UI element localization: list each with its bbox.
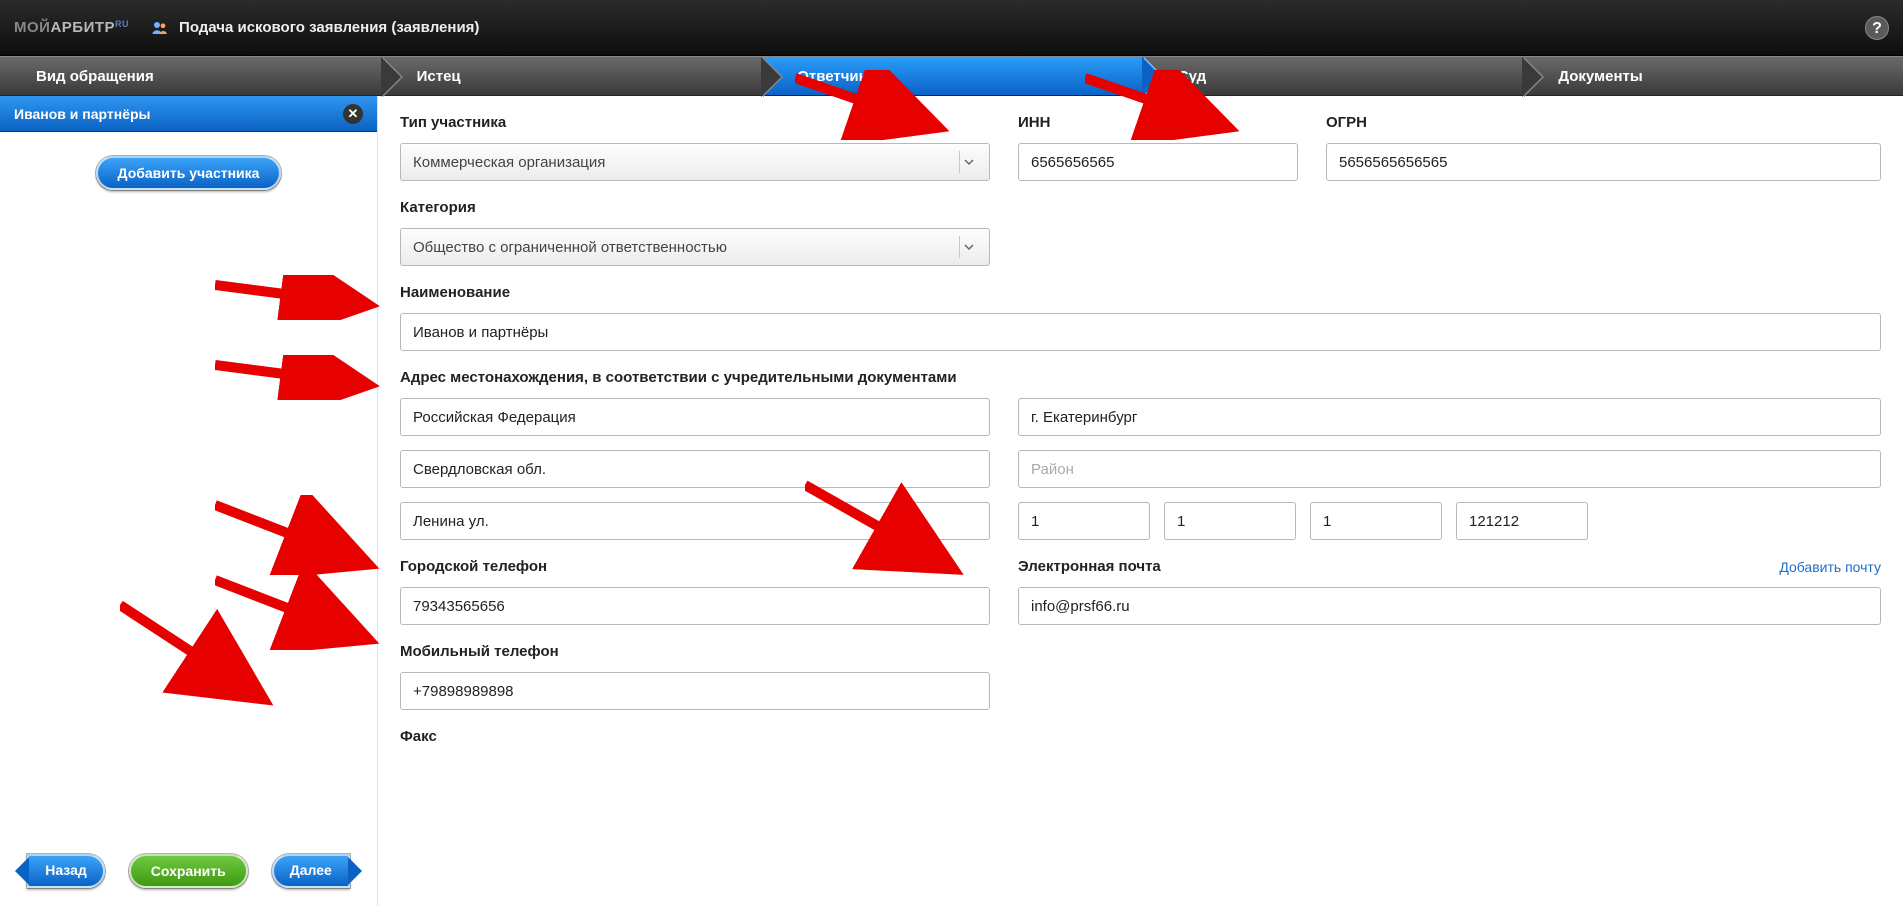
step-documents[interactable]: Документы [1522, 57, 1903, 95]
app-title: Подача искового заявления (заявления) [179, 19, 479, 36]
label-address: Адрес местонахождения, в соответствии с … [400, 369, 1881, 386]
house-input[interactable] [1018, 502, 1150, 540]
city-phone-input[interactable] [400, 587, 990, 625]
type-selected-value: Коммерческая организация [413, 154, 605, 171]
step-label: Вид обращения [36, 68, 154, 85]
chevron-down-icon [959, 236, 977, 258]
sidebar: Иванов и партнёры ✕ Добавить участника Н… [0, 96, 377, 906]
label-type: Тип участника [400, 114, 990, 131]
structure-input[interactable] [1310, 502, 1442, 540]
city-input[interactable] [1018, 398, 1881, 436]
save-button[interactable]: Сохранить [129, 854, 248, 888]
step-label: Суд [1178, 68, 1206, 85]
label-category: Категория [400, 199, 990, 216]
logo-suffix: RU [115, 19, 129, 29]
label-mobile-phone: Мобильный телефон [400, 643, 990, 660]
step-label: Истец [417, 68, 461, 85]
logo-prefix: МОЙ [14, 19, 50, 36]
wizard-nav: Назад Сохранить Далее [0, 854, 377, 888]
mobile-phone-input[interactable] [400, 672, 990, 710]
district-input[interactable] [1018, 450, 1881, 488]
people-icon [151, 19, 169, 37]
street-input[interactable] [400, 502, 990, 540]
logo: МОЙАРБИТРRU [14, 19, 129, 36]
step-plaintiff[interactable]: Истец [381, 57, 762, 95]
postcode-input[interactable] [1456, 502, 1588, 540]
add-participant-button[interactable]: Добавить участника [96, 156, 282, 190]
step-court[interactable]: Суд [1142, 57, 1523, 95]
label-name: Наименование [400, 284, 1881, 301]
label-city-phone: Городской телефон [400, 558, 990, 575]
label-email: Электронная почта [1018, 558, 1161, 575]
step-label: Ответчик [797, 68, 866, 85]
chevron-down-icon [959, 151, 977, 173]
email-input[interactable] [1018, 587, 1881, 625]
next-button[interactable]: Далее [272, 854, 350, 888]
ogrn-input[interactable] [1326, 143, 1881, 181]
step-type[interactable]: Вид обращения [0, 57, 381, 95]
remove-participant-icon[interactable]: ✕ [343, 104, 363, 124]
category-select[interactable]: Общество с ограниченной ответственностью [400, 228, 990, 266]
region-input[interactable] [400, 450, 990, 488]
building-input[interactable] [1164, 502, 1296, 540]
category-selected-value: Общество с ограниченной ответственностью [413, 239, 727, 256]
name-input[interactable] [400, 313, 1881, 351]
label-inn: ИНН [1018, 114, 1298, 131]
type-select[interactable]: Коммерческая организация [400, 143, 990, 181]
label-fax: Факс [400, 728, 990, 745]
add-email-link[interactable]: Добавить почту [1779, 559, 1881, 575]
wizard-steps: Вид обращения Истец Ответчик Суд Докумен… [0, 56, 1903, 96]
step-defendant[interactable]: Ответчик [761, 57, 1142, 95]
logo-word: АРБИТР [50, 19, 115, 36]
country-input[interactable] [400, 398, 990, 436]
step-label: Документы [1558, 68, 1642, 85]
help-button[interactable]: ? [1865, 16, 1889, 40]
back-button[interactable]: Назад [27, 854, 105, 888]
label-ogrn: ОГРН [1326, 114, 1881, 131]
top-bar: МОЙАРБИТРRU Подача искового заявления (з… [0, 0, 1903, 56]
inn-input[interactable] [1018, 143, 1298, 181]
sidebar-participant-label: Иванов и партнёры [14, 106, 151, 122]
form-area: Тип участника Коммерческая организация И… [377, 96, 1903, 906]
sidebar-active-participant[interactable]: Иванов и партнёры ✕ [0, 96, 377, 132]
